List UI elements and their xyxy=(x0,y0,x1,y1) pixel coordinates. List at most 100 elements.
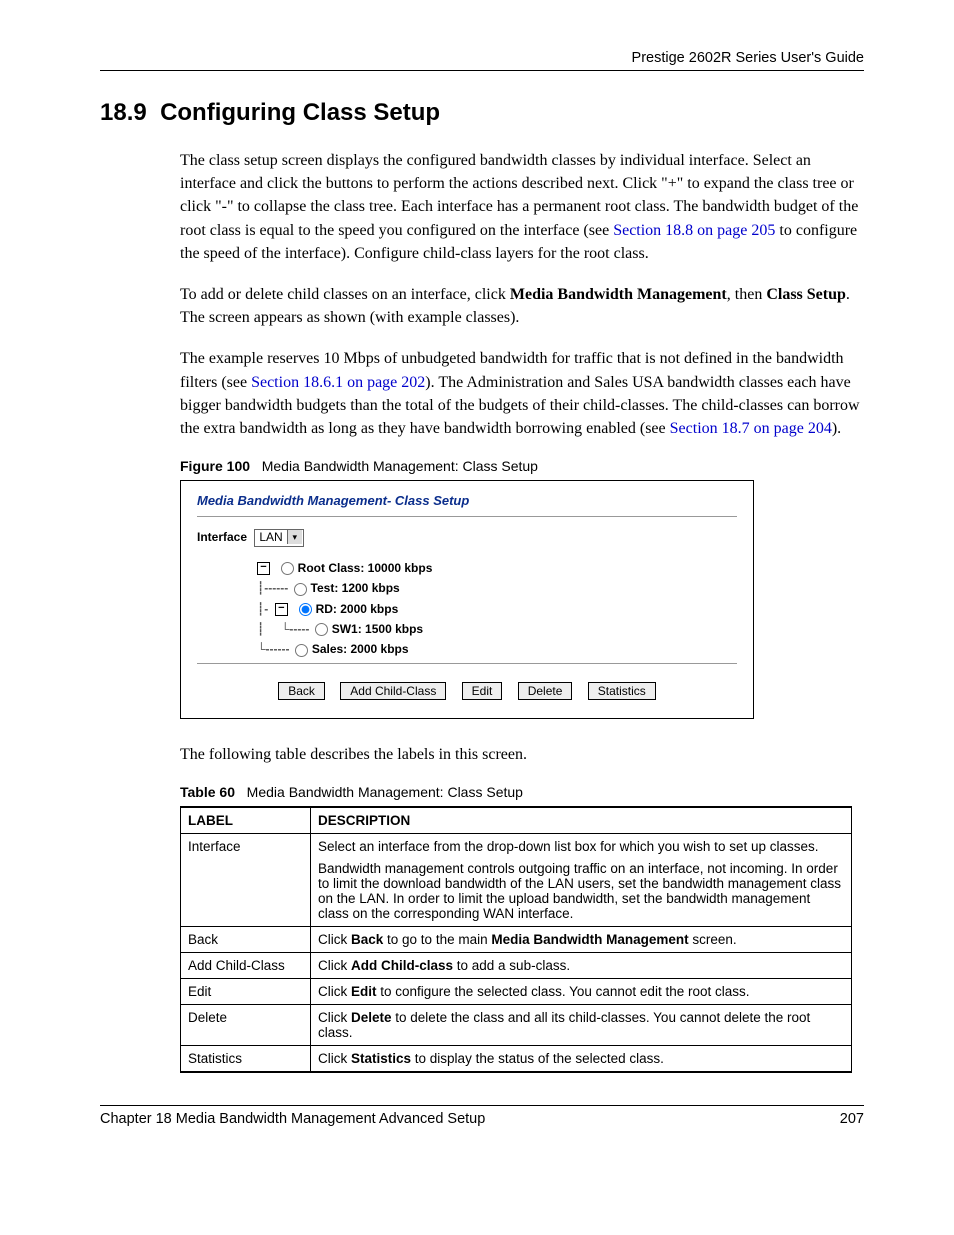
text-run: to display the status of the selected cl… xyxy=(411,1051,664,1066)
tree-connector: ┊------ xyxy=(257,581,292,595)
tree-radio-sw1[interactable] xyxy=(315,623,328,636)
tree-root-row: − Root Class: 10000 kbps xyxy=(257,561,737,575)
text-run: Click xyxy=(318,1051,351,1066)
text-run: Click xyxy=(318,932,351,947)
table-row: Back Click Back to go to the main Media … xyxy=(181,926,852,952)
interface-dropdown[interactable]: LAN ▾ xyxy=(254,529,303,547)
text-run: ). xyxy=(832,420,841,437)
text-run: to go to the main xyxy=(383,932,491,947)
edit-button[interactable]: Edit xyxy=(462,682,503,700)
back-button[interactable]: Back xyxy=(278,682,325,700)
bold-run: Statistics xyxy=(351,1051,411,1066)
bold-run: Add Child-class xyxy=(351,958,453,973)
xref-18-6-1[interactable]: Section 18.6.1 on page 202 xyxy=(251,374,425,391)
tree-connector: ┊ └----- xyxy=(257,622,313,636)
text-run: , then xyxy=(727,286,767,303)
text-run: Click xyxy=(318,958,351,973)
bold-run: Back xyxy=(351,932,383,947)
bold-run: Class Setup xyxy=(766,286,846,303)
figure-label: Figure 100 xyxy=(180,458,250,474)
section-number: 18.9 xyxy=(100,99,147,126)
text-run: Click xyxy=(318,1010,351,1025)
tree-sales-row: └------ Sales: 2000 kbps xyxy=(257,642,737,656)
footer-page-number: 207 xyxy=(840,1111,864,1127)
cell-label: Add Child-Class xyxy=(181,952,311,978)
footer-chapter: Chapter 18 Media Bandwidth Management Ad… xyxy=(100,1111,485,1127)
divider xyxy=(197,516,737,517)
interface-value: LAN xyxy=(259,530,282,544)
tree-sw1-label: SW1: 1500 kbps xyxy=(332,622,423,636)
bold-run: Edit xyxy=(351,984,377,999)
th-description: DESCRIPTION xyxy=(311,807,852,834)
tree-connector: ┊- xyxy=(257,602,275,616)
interface-row: Interface LAN ▾ xyxy=(197,529,737,547)
cell-paragraph: Bandwidth management controls outgoing t… xyxy=(318,861,844,921)
cell-desc: Click Statistics to display the status o… xyxy=(311,1045,852,1072)
tree-radio-sales[interactable] xyxy=(295,644,308,657)
tree-connector: └------ xyxy=(257,642,293,656)
cell-desc: Click Add Child-class to add a sub-class… xyxy=(311,952,852,978)
cell-desc: Click Delete to delete the class and all… xyxy=(311,1004,852,1045)
paragraph-2: To add or delete child classes on an int… xyxy=(180,283,864,329)
text-run: to add a sub-class. xyxy=(453,958,570,973)
description-table: LABEL DESCRIPTION Interface Select an in… xyxy=(180,806,852,1073)
section-title: Configuring Class Setup xyxy=(160,99,440,126)
delete-button[interactable]: Delete xyxy=(518,682,573,700)
text-run: to delete the class and all its child-cl… xyxy=(318,1010,810,1040)
cell-label: Interface xyxy=(181,833,311,926)
bold-run: Delete xyxy=(351,1010,392,1025)
table-row: Edit Click Edit to configure the selecte… xyxy=(181,978,852,1004)
table-row: Statistics Click Statistics to display t… xyxy=(181,1045,852,1072)
tree-test-label: Test: 1200 kbps xyxy=(311,581,400,595)
cell-paragraph: Select an interface from the drop-down l… xyxy=(318,839,844,854)
cell-label: Delete xyxy=(181,1004,311,1045)
figure-caption-text: Media Bandwidth Management: Class Setup xyxy=(262,458,538,474)
section-heading: 18.9 Configuring Class Setup xyxy=(100,99,864,127)
tree-sw1-row: ┊ └----- SW1: 1500 kbps xyxy=(257,622,737,636)
table-row: Delete Click Delete to delete the class … xyxy=(181,1004,852,1045)
text-run: To add or delete child classes on an int… xyxy=(180,286,510,303)
xref-18-7[interactable]: Section 18.7 on page 204 xyxy=(670,420,832,437)
tree-radio-test[interactable] xyxy=(294,583,307,596)
cell-label: Back xyxy=(181,926,311,952)
cell-label: Statistics xyxy=(181,1045,311,1072)
cell-desc: Click Edit to configure the selected cla… xyxy=(311,978,852,1004)
text-run: Click xyxy=(318,984,351,999)
tree-radio-root[interactable] xyxy=(281,562,294,575)
figure-caption: Figure 100 Media Bandwidth Management: C… xyxy=(180,458,864,474)
table-header-row: LABEL DESCRIPTION xyxy=(181,807,852,834)
chevron-down-icon: ▾ xyxy=(287,530,302,544)
table-row: Add Child-Class Click Add Child-class to… xyxy=(181,952,852,978)
table-row: Interface Select an interface from the d… xyxy=(181,833,852,926)
table-caption-text: Media Bandwidth Management: Class Setup xyxy=(247,784,523,800)
tree-sales-label: Sales: 2000 kbps xyxy=(312,642,409,656)
tree-radio-rd[interactable] xyxy=(299,603,312,616)
paragraph-after-figure: The following table describes the labels… xyxy=(180,743,864,766)
class-tree: − Root Class: 10000 kbps ┊------ Test: 1… xyxy=(257,561,737,657)
page-header: Prestige 2602R Series User's Guide xyxy=(100,50,864,71)
bold-run: Media Bandwidth Management xyxy=(491,932,688,947)
divider xyxy=(197,663,737,664)
screenshot-title: Media Bandwidth Management- Class Setup xyxy=(197,493,737,508)
table-caption: Table 60 Media Bandwidth Management: Cla… xyxy=(180,784,864,800)
paragraph-3: The example reserves 10 Mbps of unbudget… xyxy=(180,347,864,440)
add-child-class-button[interactable]: Add Child-Class xyxy=(340,682,446,700)
paragraph-1: The class setup screen displays the conf… xyxy=(180,149,864,265)
tree-root-label: Root Class: 10000 kbps xyxy=(298,561,433,575)
page-footer: Chapter 18 Media Bandwidth Management Ad… xyxy=(100,1105,864,1127)
xref-18-8[interactable]: Section 18.8 on page 205 xyxy=(613,222,775,239)
statistics-button[interactable]: Statistics xyxy=(588,682,656,700)
guide-title: Prestige 2602R Series User's Guide xyxy=(632,50,864,66)
button-row: Back Add Child-Class Edit Delete Statist… xyxy=(197,682,737,700)
collapse-icon[interactable]: − xyxy=(257,562,270,575)
figure-screenshot: Media Bandwidth Management- Class Setup … xyxy=(180,480,754,719)
bold-run: Media Bandwidth Management xyxy=(510,286,727,303)
tree-test-row: ┊------ Test: 1200 kbps xyxy=(257,581,737,595)
tree-rd-row: ┊- − RD: 2000 kbps xyxy=(257,602,737,616)
interface-label: Interface xyxy=(197,530,247,544)
cell-desc: Click Back to go to the main Media Bandw… xyxy=(311,926,852,952)
cell-label: Edit xyxy=(181,978,311,1004)
collapse-icon[interactable]: − xyxy=(275,603,288,616)
table-label: Table 60 xyxy=(180,784,235,800)
cell-desc: Select an interface from the drop-down l… xyxy=(311,833,852,926)
